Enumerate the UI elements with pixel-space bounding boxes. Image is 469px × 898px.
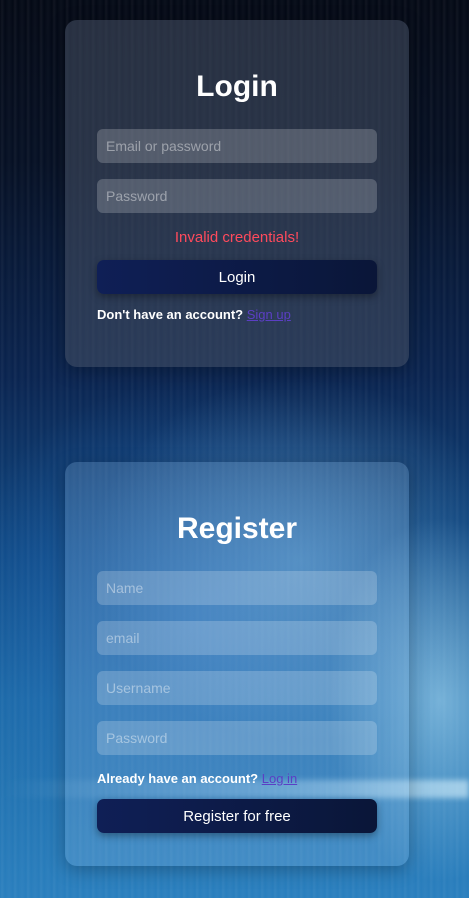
- login-link[interactable]: Log in: [262, 771, 297, 786]
- register-title: Register: [176, 512, 298, 545]
- login-card: Login Invalid credentials! Login Don't h…: [65, 20, 409, 367]
- register-password-input[interactable]: [97, 721, 377, 755]
- login-prompt: Already have an account? Log in: [97, 771, 297, 786]
- register-card: Register Already have an account? Log in…: [65, 462, 409, 866]
- login-email-input[interactable]: [97, 129, 377, 163]
- signup-prompt: Don't have an account? Sign up: [97, 307, 291, 322]
- register-button[interactable]: Register for free: [97, 799, 377, 833]
- register-username-input[interactable]: [97, 671, 377, 705]
- login-password-input[interactable]: [97, 179, 377, 213]
- register-name-input[interactable]: [97, 571, 377, 605]
- login-title: Login: [196, 70, 278, 103]
- register-email-input[interactable]: [97, 621, 377, 655]
- signup-prompt-text: Don't have an account?: [97, 307, 244, 322]
- login-error-message: Invalid credentials!: [174, 229, 300, 246]
- login-button[interactable]: Login: [97, 260, 377, 294]
- signup-link[interactable]: Sign up: [247, 307, 291, 322]
- login-prompt-text: Already have an account?: [97, 771, 259, 786]
